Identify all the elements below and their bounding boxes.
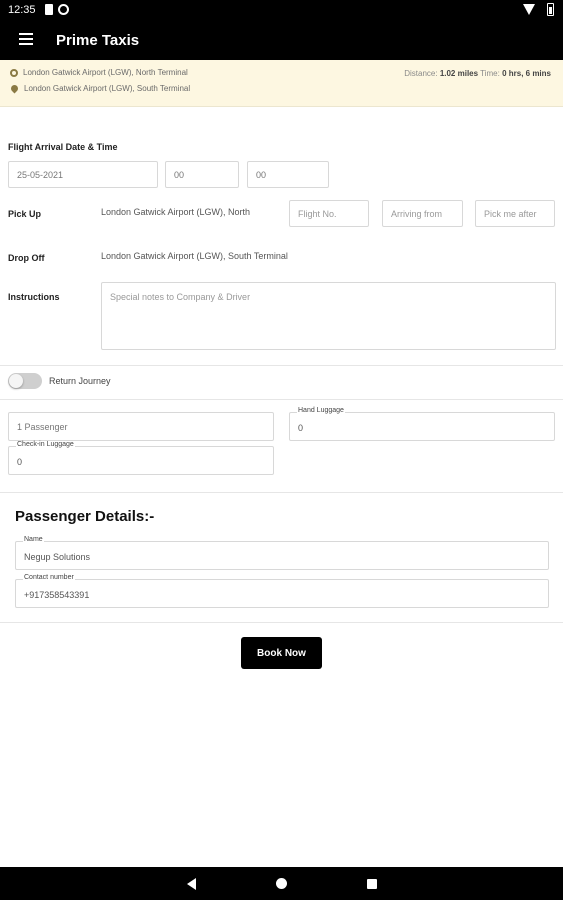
sd-card-icon [45, 4, 53, 15]
app-title: Prime Taxis [56, 32, 140, 49]
dropoff-value: London Gatwick Airport (LGW), South Term… [101, 251, 288, 261]
time-value: 0 hrs, 6 mins [502, 69, 551, 78]
back-icon[interactable] [187, 878, 196, 890]
flight-number-input[interactable]: Flight No. [289, 200, 369, 227]
divider [0, 492, 563, 493]
dropoff-label: Drop Off [8, 253, 45, 263]
name-label: Name [23, 536, 44, 543]
hand-luggage-value: 0 [298, 423, 304, 433]
return-journey-label: Return Journey [49, 376, 111, 386]
route-summary: London Gatwick Airport (LGW), North Term… [0, 60, 563, 107]
divider [0, 399, 563, 400]
distance-value: 1.02 miles [439, 69, 479, 78]
pickup-value: London Gatwick Airport (LGW), North [101, 207, 251, 217]
passengers-select[interactable]: 1 Passenger [8, 412, 274, 441]
status-time: 12:35 [8, 4, 36, 16]
pickup-label: Pick Up [8, 209, 42, 219]
time-label: Time: [480, 69, 500, 78]
arrival-date-input[interactable]: 25-05-2021 [8, 161, 158, 188]
battery-icon [547, 3, 554, 16]
menu-icon[interactable] [19, 33, 33, 45]
checkin-luggage-field[interactable]: Check-in Luggage 0 [8, 441, 274, 475]
divider [0, 622, 563, 623]
flight-arrival-label: Flight Arrival Date & Time [8, 142, 118, 152]
destination-pin-icon [9, 83, 20, 94]
status-bar: 12:35 [0, 0, 563, 20]
pickup-row: London Gatwick Airport (LGW), North Term… [10, 68, 188, 77]
passenger-details-title: Passenger Details:- [15, 508, 155, 525]
pick-me-after-input[interactable]: Pick me after [475, 200, 555, 227]
notification-icon [58, 4, 69, 15]
origin-pin-icon [10, 68, 18, 77]
contact-number-label: Contact number [23, 574, 75, 581]
name-field[interactable]: Name Negup Solutions [15, 536, 549, 570]
hand-luggage-label: Hand Luggage [297, 407, 345, 414]
instructions-textarea[interactable]: Special notes to Company & Driver [101, 282, 556, 350]
name-value: Negup Solutions [24, 552, 91, 562]
app-bar: Prime Taxis [0, 20, 563, 60]
contact-number-value: +917358543391 [24, 590, 90, 600]
navigation-bar [0, 867, 563, 900]
dropoff-row: London Gatwick Airport (LGW), South Term… [9, 83, 191, 94]
checkin-luggage-value: 0 [17, 457, 23, 467]
return-journey-toggle[interactable] [8, 373, 42, 389]
route-meta: Distance: 1.02 miles Time: 0 hrs, 6 mins [404, 69, 551, 78]
wifi-icon [523, 4, 535, 15]
checkin-luggage-label: Check-in Luggage [16, 441, 75, 448]
contact-number-field[interactable]: Contact number +917358543391 [15, 574, 549, 608]
recent-apps-icon[interactable] [367, 879, 377, 889]
passengers-value: 1 Passenger [17, 422, 68, 432]
hand-luggage-field[interactable]: Hand Luggage 0 [289, 407, 555, 441]
arriving-from-input[interactable]: Arriving from [382, 200, 463, 227]
book-now-button[interactable]: Book Now [241, 637, 322, 669]
dropoff-address: London Gatwick Airport (LGW), South Term… [24, 84, 191, 93]
arrival-minute-input[interactable]: 00 [247, 161, 329, 188]
divider [0, 365, 563, 366]
pickup-address: London Gatwick Airport (LGW), North Term… [23, 68, 188, 77]
arrival-hour-input[interactable]: 00 [165, 161, 239, 188]
distance-label: Distance: [404, 69, 438, 78]
instructions-label: Instructions [8, 292, 60, 302]
home-icon[interactable] [276, 878, 287, 889]
